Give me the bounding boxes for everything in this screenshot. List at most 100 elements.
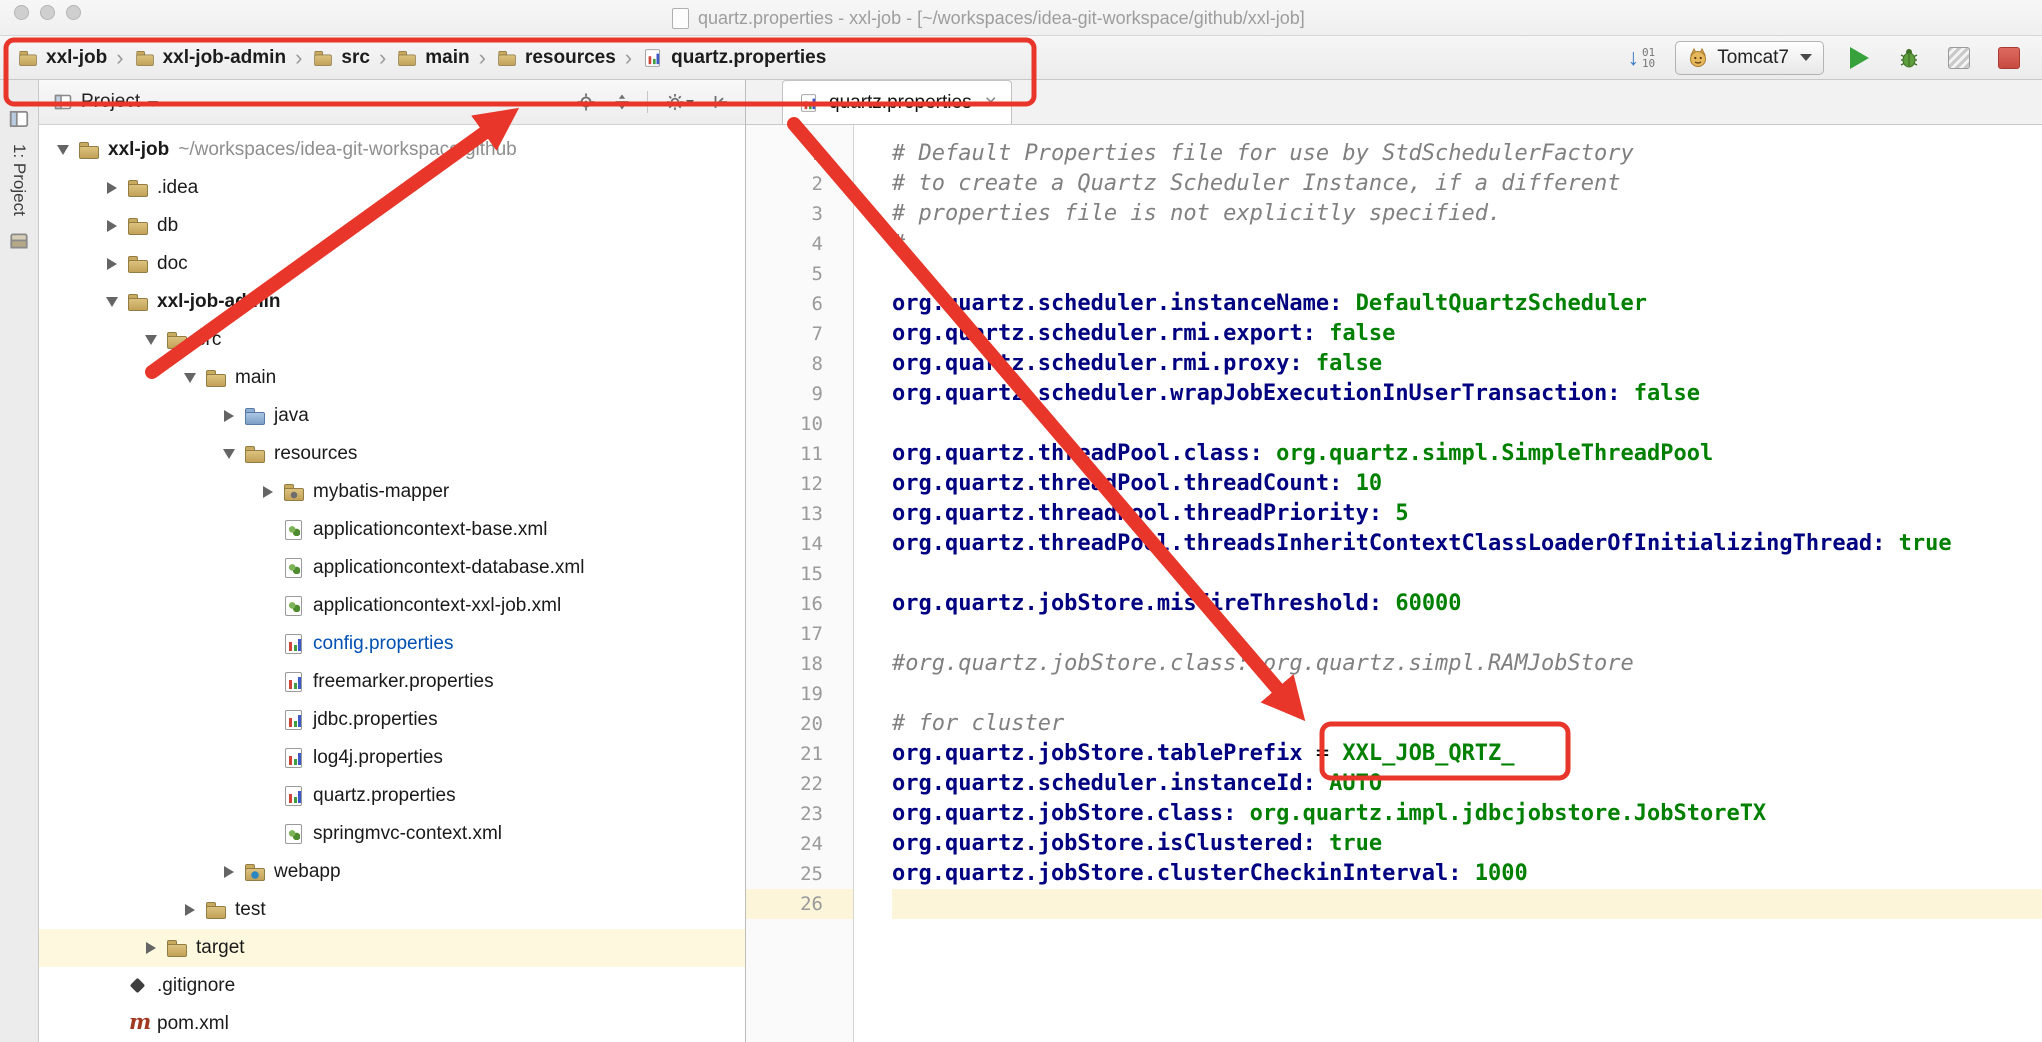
tree-item-.gitignore[interactable]: .gitignore bbox=[39, 967, 745, 1005]
line-number-19[interactable]: 19 bbox=[746, 679, 853, 709]
editor-code[interactable]: # Default Properties file for use by Std… bbox=[854, 125, 2042, 1042]
tree-item-freemarker.properties[interactable]: freemarker.properties bbox=[39, 663, 745, 701]
run-button[interactable] bbox=[1844, 43, 1874, 73]
line-number-16[interactable]: 16 bbox=[746, 589, 853, 619]
line-number-21[interactable]: 21 bbox=[746, 739, 853, 769]
line-number-18[interactable]: 18 bbox=[746, 649, 853, 679]
tree-item-config.properties[interactable]: config.properties bbox=[39, 625, 745, 663]
line-number-6[interactable]: 6 bbox=[746, 289, 853, 319]
code-line-25[interactable]: org.quartz.jobStore.clusterCheckinInterv… bbox=[892, 859, 2042, 889]
expand-arrow-icon[interactable] bbox=[176, 904, 204, 916]
zoom-window-button[interactable] bbox=[66, 5, 81, 20]
expand-arrow-icon[interactable] bbox=[215, 866, 243, 878]
code-line-19[interactable] bbox=[892, 679, 2042, 709]
line-number-23[interactable]: 23 bbox=[746, 799, 853, 829]
code-line-5[interactable] bbox=[892, 259, 2042, 289]
line-number-13[interactable]: 13 bbox=[746, 499, 853, 529]
collapse-arrow-icon[interactable] bbox=[49, 145, 77, 155]
expand-arrow-icon[interactable] bbox=[98, 258, 126, 270]
locate-file-button[interactable] bbox=[572, 88, 600, 116]
line-number-22[interactable]: 22 bbox=[746, 769, 853, 799]
code-line-3[interactable]: # properties file is not explicitly spec… bbox=[892, 199, 2042, 229]
tree-item-applicationcontext-database.xml[interactable]: applicationcontext-database.xml bbox=[39, 549, 745, 587]
panel-settings-button[interactable] bbox=[659, 88, 699, 116]
line-number-10[interactable]: 10 bbox=[746, 409, 853, 439]
line-number-3[interactable]: 3 bbox=[746, 199, 853, 229]
code-line-4[interactable]: # bbox=[892, 229, 2042, 259]
collapse-all-button[interactable] bbox=[608, 88, 636, 116]
tree-item-doc[interactable]: doc bbox=[39, 245, 745, 283]
code-line-6[interactable]: org.quartz.scheduler.instanceName: Defau… bbox=[892, 289, 2042, 319]
line-number-26[interactable]: 26 bbox=[746, 889, 853, 919]
line-number-14[interactable]: 14 bbox=[746, 529, 853, 559]
line-number-12[interactable]: 12 bbox=[746, 469, 853, 499]
tree-item-main[interactable]: main bbox=[39, 359, 745, 397]
tree-item-java[interactable]: java bbox=[39, 397, 745, 435]
tree-item-applicationcontext-xxl-job.xml[interactable]: applicationcontext-xxl-job.xml bbox=[39, 587, 745, 625]
coverage-button[interactable] bbox=[1944, 43, 1974, 73]
breadcrumb-item-main[interactable]: main bbox=[395, 46, 469, 70]
line-number-7[interactable]: 7 bbox=[746, 319, 853, 349]
collapse-arrow-icon[interactable] bbox=[137, 335, 165, 345]
expand-arrow-icon[interactable] bbox=[215, 410, 243, 422]
code-line-26[interactable] bbox=[892, 889, 2042, 919]
line-number-24[interactable]: 24 bbox=[746, 829, 853, 859]
code-line-10[interactable] bbox=[892, 409, 2042, 439]
expand-arrow-icon[interactable] bbox=[254, 486, 282, 498]
stop-button[interactable] bbox=[1994, 43, 2024, 73]
code-line-9[interactable]: org.quartz.scheduler.wrapJobExecutionInU… bbox=[892, 379, 2042, 409]
tree-item-test[interactable]: test bbox=[39, 891, 745, 929]
tree-item-jdbc.properties[interactable]: jdbc.properties bbox=[39, 701, 745, 739]
line-number-11[interactable]: 11 bbox=[746, 439, 853, 469]
tree-item-db[interactable]: db bbox=[39, 207, 745, 245]
code-line-1[interactable]: # Default Properties file for use by Std… bbox=[892, 139, 2042, 169]
code-line-17[interactable] bbox=[892, 619, 2042, 649]
line-number-5[interactable]: 5 bbox=[746, 259, 853, 289]
collapse-arrow-icon[interactable] bbox=[176, 373, 204, 383]
expand-arrow-icon[interactable] bbox=[137, 942, 165, 954]
breadcrumb-item-quartz.properties[interactable]: quartz.properties bbox=[641, 46, 826, 70]
tool-button-project[interactable]: 1: Project bbox=[9, 144, 29, 216]
code-line-13[interactable]: org.quartz.threadPool.threadPriority: 5 bbox=[892, 499, 2042, 529]
code-line-2[interactable]: # to create a Quartz Scheduler Instance,… bbox=[892, 169, 2042, 199]
code-line-21[interactable]: org.quartz.jobStore.tablePrefix = XXL_JO… bbox=[892, 739, 2042, 769]
line-number-17[interactable]: 17 bbox=[746, 619, 853, 649]
breadcrumb-item-resources[interactable]: resources bbox=[495, 46, 616, 70]
line-number-1[interactable]: 1 bbox=[746, 139, 853, 169]
line-number-4[interactable]: 4 bbox=[746, 229, 853, 259]
tab-quartz-properties[interactable]: quartz.properties × bbox=[782, 80, 1012, 124]
code-line-7[interactable]: org.quartz.scheduler.rmi.export: false bbox=[892, 319, 2042, 349]
breadcrumb-item-xxl-job-admin[interactable]: xxl-job-admin bbox=[133, 46, 287, 70]
code-line-23[interactable]: org.quartz.jobStore.class: org.quartz.im… bbox=[892, 799, 2042, 829]
tree-item-log4j.properties[interactable]: log4j.properties bbox=[39, 739, 745, 777]
code-line-20[interactable]: # for cluster bbox=[892, 709, 2042, 739]
expand-arrow-icon[interactable] bbox=[98, 220, 126, 232]
chevron-down-icon[interactable] bbox=[148, 101, 158, 107]
code-line-11[interactable]: org.quartz.threadPool.class: org.quartz.… bbox=[892, 439, 2042, 469]
close-window-button[interactable] bbox=[14, 5, 29, 20]
code-line-14[interactable]: org.quartz.threadPool.threadsInheritCont… bbox=[892, 529, 2042, 559]
tree-item-.idea[interactable]: .idea bbox=[39, 169, 745, 207]
hide-panel-button[interactable] bbox=[707, 88, 735, 116]
breadcrumb-item-src[interactable]: src bbox=[311, 46, 370, 70]
tree-item-target[interactable]: target bbox=[39, 929, 745, 967]
line-number-2[interactable]: 2 bbox=[746, 169, 853, 199]
incoming-changes-indicator[interactable]: ↓ 0110 bbox=[1627, 46, 1655, 69]
code-line-24[interactable]: org.quartz.jobStore.isClustered: true bbox=[892, 829, 2042, 859]
expand-arrow-icon[interactable] bbox=[98, 182, 126, 194]
line-number-9[interactable]: 9 bbox=[746, 379, 853, 409]
tree-item-xxl-job[interactable]: xxl-job~/workspaces/idea-git-workspace/g… bbox=[39, 131, 745, 169]
tree-item-mybatis-mapper[interactable]: mybatis-mapper bbox=[39, 473, 745, 511]
code-line-12[interactable]: org.quartz.threadPool.threadCount: 10 bbox=[892, 469, 2042, 499]
line-number-25[interactable]: 25 bbox=[746, 859, 853, 889]
code-line-8[interactable]: org.quartz.scheduler.rmi.proxy: false bbox=[892, 349, 2042, 379]
project-tool-icon[interactable] bbox=[8, 108, 30, 130]
tree-item-xxl-job-admin[interactable]: xxl-job-admin bbox=[39, 283, 745, 321]
code-line-22[interactable]: org.quartz.scheduler.instanceId: AUTO bbox=[892, 769, 2042, 799]
tree-item-webapp[interactable]: webapp bbox=[39, 853, 745, 891]
code-line-18[interactable]: #org.quartz.jobStore.class: org.quartz.s… bbox=[892, 649, 2042, 679]
line-number-15[interactable]: 15 bbox=[746, 559, 853, 589]
run-configuration-select[interactable]: Tomcat7 bbox=[1675, 41, 1824, 75]
line-number-8[interactable]: 8 bbox=[746, 349, 853, 379]
tree-item-applicationcontext-base.xml[interactable]: applicationcontext-base.xml bbox=[39, 511, 745, 549]
